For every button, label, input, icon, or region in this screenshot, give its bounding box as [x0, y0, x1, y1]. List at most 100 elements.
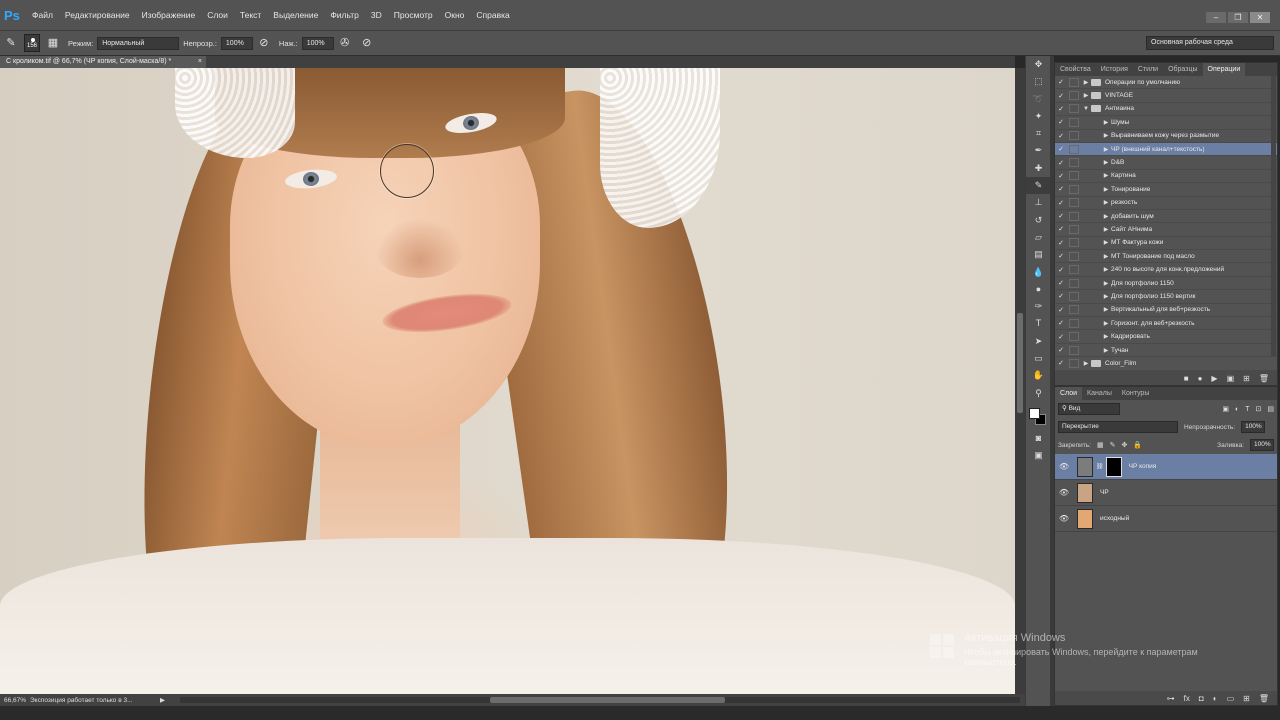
maximize-button[interactable]: ❐: [1228, 12, 1248, 23]
expand-right-icon[interactable]: ▶: [1081, 360, 1091, 367]
flow-field[interactable]: 100%: [301, 36, 334, 50]
canvas-vertical-scrollbar[interactable]: [1015, 68, 1025, 694]
action-set-row[interactable]: ✓ ▶ Операции по умолчанию: [1055, 76, 1277, 90]
add-mask-icon[interactable]: ◘: [1199, 694, 1204, 703]
brush-tool-icon[interactable]: ✎: [4, 36, 18, 50]
tab-layers[interactable]: Слои: [1055, 387, 1083, 400]
filter-pixel-icon[interactable]: ▣: [1222, 405, 1229, 413]
action-row[interactable]: ✓ ▶ D&B: [1055, 156, 1277, 170]
path-select-tool-icon[interactable]: ➤: [1026, 333, 1051, 350]
action-row[interactable]: ✓ ▶ добавить шум: [1055, 210, 1277, 224]
expand-right-icon[interactable]: ▶: [1101, 132, 1111, 139]
tab-paths[interactable]: Контуры: [1117, 387, 1154, 400]
new-group-icon[interactable]: ▭: [1227, 694, 1235, 703]
marquee-tool-icon[interactable]: ⬚: [1026, 73, 1051, 90]
dialog-toggle-box[interactable]: [1069, 332, 1079, 342]
layer-row[interactable]: 👁 ЧР: [1055, 480, 1277, 506]
dodge-tool-icon[interactable]: ●: [1026, 281, 1051, 298]
lock-position-icon[interactable]: ✥: [1121, 441, 1127, 449]
dialog-toggle-box[interactable]: [1069, 171, 1079, 181]
dialog-toggle-box[interactable]: [1069, 158, 1079, 168]
mask-link-icon[interactable]: ⛓: [1096, 463, 1104, 470]
menu-3d[interactable]: 3D: [365, 10, 388, 20]
expand-right-icon[interactable]: ▶: [1101, 333, 1111, 340]
blend-mode-select[interactable]: Перекрытие: [1058, 421, 1178, 433]
expand-right-icon[interactable]: ▶: [1101, 146, 1111, 153]
delete-layer-icon[interactable]: 🗑: [1259, 694, 1269, 703]
action-enabled-checkbox[interactable]: ✓: [1055, 212, 1067, 220]
vertical-scroll-thumb[interactable]: [1017, 313, 1023, 413]
expand-right-icon[interactable]: ▶: [1101, 280, 1111, 287]
dialog-toggle-box[interactable]: [1069, 91, 1079, 101]
document-tab[interactable]: С кроликом.tif @ 66,7% (ЧР копия, Слой-м…: [0, 56, 206, 68]
play-icon[interactable]: ▶: [1211, 374, 1217, 383]
filter-adjustment-icon[interactable]: ◐: [1235, 406, 1239, 413]
airbrush-icon[interactable]: ✇: [338, 36, 352, 50]
menu-view[interactable]: Просмотр: [388, 10, 439, 20]
zoom-tool-icon[interactable]: ⚲: [1026, 385, 1051, 402]
layer-style-icon[interactable]: fx: [1184, 694, 1190, 703]
layer-filter-select[interactable]: ⚲ Вид: [1058, 403, 1120, 415]
link-layers-icon[interactable]: ⊶: [1167, 694, 1175, 703]
dialog-toggle-box[interactable]: [1069, 238, 1079, 248]
dialog-toggle-box[interactable]: [1069, 358, 1079, 368]
action-row[interactable]: ✓ ▶ Картина: [1055, 170, 1277, 184]
expand-right-icon[interactable]: ▶: [1101, 172, 1111, 179]
lock-all-icon[interactable]: 🔒: [1133, 441, 1142, 449]
action-row[interactable]: ✓ ▶ резкость: [1055, 197, 1277, 210]
action-set-row[interactable]: ✓ ▶ VINTAGE: [1055, 89, 1277, 103]
action-enabled-checkbox[interactable]: ✓: [1055, 118, 1067, 126]
expand-right-icon[interactable]: ▶: [1101, 293, 1111, 300]
layer-row[interactable]: 👁 ⛓ ЧР копия: [1055, 454, 1277, 480]
brush-panel-toggle-icon[interactable]: ▦: [46, 36, 60, 50]
action-row[interactable]: ✓ ▶ Тонирование: [1055, 183, 1277, 197]
quick-select-tool-icon[interactable]: ✦: [1026, 108, 1051, 125]
action-enabled-checkbox[interactable]: ✓: [1055, 319, 1067, 327]
expand-right-icon[interactable]: ▶: [1101, 199, 1111, 206]
tab-styles[interactable]: Стили: [1133, 63, 1163, 76]
action-enabled-checkbox[interactable]: ✓: [1055, 132, 1067, 140]
image-canvas[interactable]: [0, 68, 1015, 694]
action-enabled-checkbox[interactable]: ✓: [1055, 92, 1067, 100]
layer-thumbnail[interactable]: [1077, 508, 1093, 529]
expand-down-icon[interactable]: ▼: [1081, 106, 1091, 112]
action-enabled-checkbox[interactable]: ✓: [1055, 359, 1067, 367]
action-set-row[interactable]: ✓ ▶ Color_Film: [1055, 357, 1277, 371]
minimize-button[interactable]: ‒: [1206, 12, 1226, 23]
eyedropper-tool-icon[interactable]: ✒: [1026, 142, 1051, 159]
type-tool-icon[interactable]: T: [1026, 315, 1051, 332]
expand-right-icon[interactable]: ▶: [1101, 253, 1111, 260]
stop-icon[interactable]: ■: [1184, 374, 1189, 383]
lock-pixels-icon[interactable]: ✎: [1110, 441, 1116, 449]
menu-window[interactable]: Окно: [439, 10, 471, 20]
action-enabled-checkbox[interactable]: ✓: [1055, 145, 1067, 153]
action-enabled-checkbox[interactable]: ✓: [1055, 172, 1067, 180]
menu-text[interactable]: Текст: [234, 10, 267, 20]
dialog-toggle-box[interactable]: [1069, 144, 1079, 154]
action-enabled-checkbox[interactable]: ✓: [1055, 279, 1067, 287]
layer-opacity-field[interactable]: 100%: [1241, 421, 1266, 433]
action-row[interactable]: ✓ ▶ ЧР (внешний канал+текстость): [1055, 142, 1277, 157]
brush-tool-icon[interactable]: ✎: [1026, 177, 1051, 195]
menu-image[interactable]: Изображение: [136, 10, 202, 20]
pen-tool-icon[interactable]: ✑: [1026, 298, 1051, 315]
dialog-toggle-box[interactable]: [1069, 318, 1079, 328]
expand-right-icon[interactable]: ▶: [1081, 79, 1091, 86]
actions-scrollbar[interactable]: [1271, 76, 1276, 356]
pressure-size-icon[interactable]: ⊘: [360, 36, 374, 50]
action-row[interactable]: ✓ ▶ Сайт АНнима: [1055, 223, 1277, 237]
layer-fill-field[interactable]: 100%: [1250, 439, 1274, 451]
action-enabled-checkbox[interactable]: ✓: [1055, 78, 1067, 86]
close-tab-icon[interactable]: ×: [198, 56, 202, 68]
gradient-tool-icon[interactable]: ▤: [1026, 246, 1051, 263]
dialog-toggle-box[interactable]: [1069, 198, 1079, 208]
hand-tool-icon[interactable]: ✋: [1026, 367, 1051, 384]
tab-swatches[interactable]: Образцы: [1163, 63, 1202, 76]
horizontal-scroll-thumb[interactable]: [490, 697, 725, 703]
action-row[interactable]: ✓ ▶ МТ Тонирование под масло: [1055, 250, 1277, 264]
layer-mask-thumbnail[interactable]: [1105, 456, 1122, 477]
visibility-eye-icon[interactable]: 👁: [1055, 514, 1073, 523]
tab-channels[interactable]: Каналы: [1082, 387, 1117, 400]
dialog-toggle-box[interactable]: [1069, 131, 1079, 141]
visibility-eye-icon[interactable]: 👁: [1055, 488, 1073, 497]
